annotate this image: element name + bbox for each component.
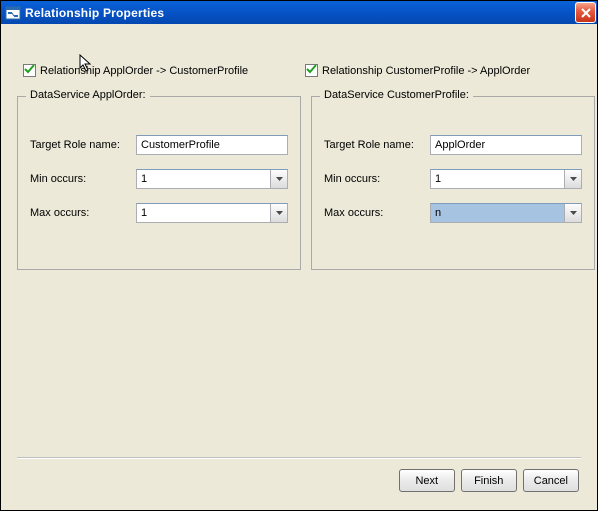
cancel-button[interactable]: Cancel: [523, 469, 579, 492]
checkbox-box-icon: [305, 64, 318, 77]
panels-row: DataService ApplOrder: Target Role name:…: [17, 96, 581, 270]
panel-applorder: DataService ApplOrder: Target Role name:…: [17, 96, 301, 270]
finish-button[interactable]: Finish: [461, 469, 517, 492]
checkbox-box-icon: [23, 64, 36, 77]
target-role-input-left[interactable]: [136, 135, 288, 155]
app-icon: [5, 5, 21, 21]
panel-customerprofile: DataService CustomerProfile: Target Role…: [311, 96, 595, 270]
separator: [17, 457, 581, 459]
combo-value: 1: [431, 170, 564, 188]
min-occurs-combo-right[interactable]: 1: [430, 169, 582, 189]
target-role-label-left: Target Role name:: [30, 139, 136, 151]
combo-value: 1: [137, 170, 270, 188]
max-occurs-combo-right[interactable]: n: [430, 203, 582, 223]
combo-value: 1: [137, 204, 270, 222]
max-occurs-combo-left[interactable]: 1: [136, 203, 288, 223]
next-button[interactable]: Next: [399, 469, 455, 492]
relationship-left-checkbox[interactable]: Relationship ApplOrder -> CustomerProfil…: [23, 64, 248, 77]
chevron-down-icon[interactable]: [270, 204, 287, 222]
min-occurs-label-right: Min occurs:: [324, 173, 430, 185]
max-occurs-label-right: Max occurs:: [324, 207, 430, 219]
checkbox-row: Relationship ApplOrder -> CustomerProfil…: [17, 64, 581, 78]
max-occurs-label-left: Max occurs:: [30, 207, 136, 219]
relationship-left-label: Relationship ApplOrder -> CustomerProfil…: [40, 65, 248, 77]
title-bar: Relationship Properties: [1, 1, 597, 24]
window-title: Relationship Properties: [25, 6, 164, 20]
panel-applorder-legend: DataService ApplOrder:: [26, 89, 150, 101]
button-row: Next Finish Cancel: [17, 469, 581, 494]
client-area: Relationship ApplOrder -> CustomerProfil…: [1, 24, 597, 510]
chevron-down-icon[interactable]: [564, 204, 581, 222]
combo-value: n: [431, 204, 564, 222]
target-role-input-right[interactable]: [430, 135, 582, 155]
min-occurs-label-left: Min occurs:: [30, 173, 136, 185]
close-button[interactable]: [575, 2, 596, 23]
checkmark-icon: [24, 64, 35, 78]
target-role-label-right: Target Role name:: [324, 139, 430, 151]
relationship-right-checkbox[interactable]: Relationship CustomerProfile -> ApplOrde…: [305, 64, 530, 77]
checkmark-icon: [306, 64, 317, 78]
chevron-down-icon[interactable]: [270, 170, 287, 188]
min-occurs-combo-left[interactable]: 1: [136, 169, 288, 189]
panel-customerprofile-legend: DataService CustomerProfile:: [320, 89, 473, 101]
chevron-down-icon[interactable]: [564, 170, 581, 188]
relationship-right-label: Relationship CustomerProfile -> ApplOrde…: [322, 65, 530, 77]
